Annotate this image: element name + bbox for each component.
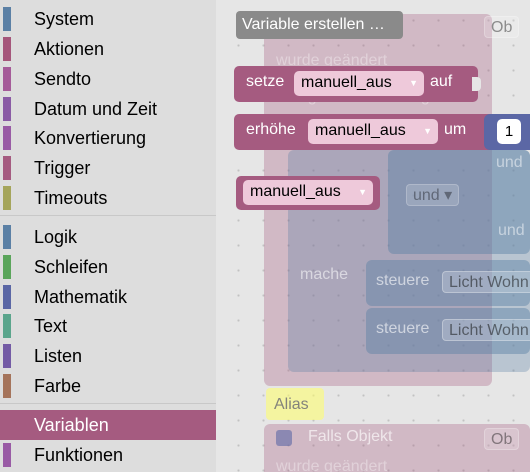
chevron-down-icon: ▼: [409, 78, 418, 88]
change-mid-label: um: [444, 121, 467, 138]
category-label: Funktionen: [34, 445, 124, 465]
category-color-bar: [3, 37, 11, 61]
category-color-bar: [3, 97, 11, 121]
toolbox: System Aktionen Sendto Datum und Zeit Ko…: [0, 0, 216, 472]
category-mathematik[interactable]: Mathematik: [0, 282, 216, 312]
variable-dropdown[interactable]: manuell_aus ▼: [294, 71, 424, 96]
category-label: Farbe: [34, 376, 82, 396]
category-label: Mathematik: [34, 287, 128, 307]
category-color-bar: [3, 156, 11, 180]
category-color-bar: [3, 443, 11, 467]
change-prefix-label: erhöhe: [246, 121, 296, 138]
variable-dropdown[interactable]: manuell_aus ▼: [308, 119, 438, 144]
category-label: Variablen: [34, 415, 109, 435]
category-color-bar: [3, 255, 11, 279]
category-label: Listen: [34, 346, 83, 366]
create-variable-button[interactable]: Variable erstellen …: [236, 11, 403, 39]
category-sendto[interactable]: Sendto: [0, 64, 216, 94]
variable-dropdown-value: manuell_aus: [315, 122, 406, 139]
category-system[interactable]: System: [0, 4, 216, 34]
category-aktionen[interactable]: Aktionen: [0, 34, 216, 64]
toolbox-separator: [0, 403, 216, 404]
category-label: Datum und Zeit: [34, 99, 158, 119]
category-timeouts[interactable]: Timeouts: [0, 183, 216, 213]
category-schleifen[interactable]: Schleifen: [0, 252, 216, 282]
change-variable-block[interactable]: erhöhe manuell_aus ▼ um 1: [234, 114, 530, 150]
category-label: Timeouts: [34, 188, 108, 208]
toolbox-separator: [0, 215, 216, 216]
variables-flyout: Variable erstellen … setze manuell_aus ▼…: [216, 0, 530, 472]
category-text[interactable]: Text: [0, 311, 216, 341]
input-notch: [472, 77, 481, 91]
set-suffix-label: auf: [430, 73, 453, 90]
set-prefix-label: setze: [246, 73, 285, 90]
category-color-bar: [3, 374, 11, 398]
variable-dropdown-value: manuell_aus: [250, 183, 341, 200]
category-funktionen[interactable]: Funktionen: [0, 440, 216, 470]
chevron-down-icon: ▼: [358, 187, 367, 197]
category-label: Trigger: [34, 158, 91, 178]
category-label: Logik: [34, 227, 78, 247]
category-color-bar: [3, 344, 11, 368]
category-color-bar: [3, 314, 11, 338]
category-label: Schleifen: [34, 257, 109, 277]
category-label: Konvertierung: [34, 128, 147, 148]
category-trigger[interactable]: Trigger: [0, 153, 216, 183]
category-logik[interactable]: Logik: [0, 222, 216, 252]
category-label: Sendto: [34, 69, 92, 89]
category-label: Text: [34, 316, 68, 336]
chevron-down-icon: ▼: [423, 126, 432, 136]
category-color-bar: [3, 186, 11, 210]
category-color-bar: [3, 126, 11, 150]
amount-input[interactable]: 1: [497, 119, 521, 144]
category-label: Aktionen: [34, 39, 105, 59]
variable-dropdown[interactable]: manuell_aus ▼: [243, 180, 373, 205]
category-color-bar: [3, 67, 11, 91]
category-label: System: [34, 9, 95, 29]
category-datum-und-zeit[interactable]: Datum und Zeit: [0, 94, 216, 124]
category-color-bar: [3, 285, 11, 309]
category-color-bar: [3, 225, 11, 249]
category-konvertierung[interactable]: Konvertierung: [0, 123, 216, 153]
category-color-bar: [3, 413, 11, 437]
category-farbe[interactable]: Farbe: [0, 371, 216, 401]
variable-dropdown-value: manuell_aus: [301, 74, 392, 91]
category-color-bar: [3, 7, 11, 31]
category-variablen[interactable]: Variablen: [0, 410, 216, 440]
get-variable-block[interactable]: manuell_aus ▼: [236, 176, 380, 210]
category-listen[interactable]: Listen: [0, 341, 216, 371]
set-variable-block[interactable]: setze manuell_aus ▼ auf: [234, 66, 481, 102]
